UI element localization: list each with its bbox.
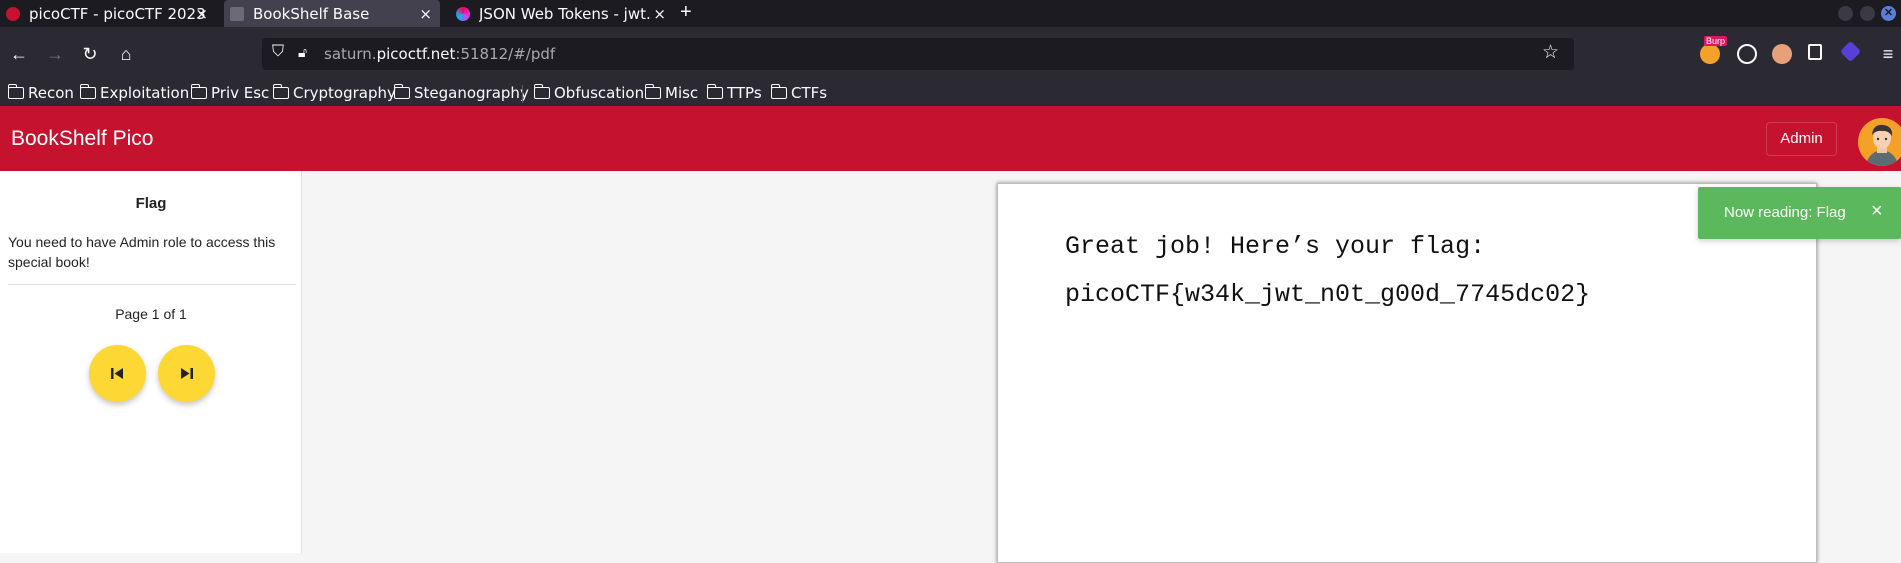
bookmark-recon[interactable]: Recon xyxy=(7,83,74,103)
profile-extension-icon[interactable] xyxy=(1772,44,1792,64)
bookmark-misc[interactable]: Misc xyxy=(644,83,699,103)
burp-extension-icon[interactable]: Burp xyxy=(1700,36,1728,64)
previous-page-button[interactable] xyxy=(89,345,146,402)
jwt-favicon-icon xyxy=(456,6,470,21)
book-sidebar: Flag You need to have Admin role to acce… xyxy=(0,171,302,553)
book-description: You need to have Admin role to access th… xyxy=(8,234,276,270)
tab-title: BookShelf Base xyxy=(253,4,370,23)
folder-icon xyxy=(644,84,661,99)
folder-icon xyxy=(190,84,207,99)
bookmark-ctfs[interactable]: CTFs xyxy=(770,83,828,103)
bookmark-cryptography[interactable]: Cryptography xyxy=(272,83,396,103)
folder-icon xyxy=(533,84,550,99)
bookshelf-favicon-icon xyxy=(230,6,244,21)
extension-badge: Burp xyxy=(1704,36,1728,46)
bookmark-ttps[interactable]: TTPs xyxy=(706,83,762,103)
bookmark-label: Misc xyxy=(665,84,699,102)
next-page-button[interactable] xyxy=(158,345,215,402)
tab-jwt[interactable]: JSON Web Tokens - jwt.io × xyxy=(456,0,666,27)
bookmark-label: Recon xyxy=(28,84,74,102)
home-icon[interactable]: ⌂ xyxy=(114,42,138,66)
bookmark-obfuscation[interactable]: Obfuscation xyxy=(533,83,645,103)
minimize-icon[interactable] xyxy=(1838,6,1853,21)
tab-close-icon[interactable]: × xyxy=(653,5,666,23)
folder-icon xyxy=(770,84,787,99)
folder-icon xyxy=(706,84,723,99)
url-bar[interactable]: ⛉ 🔓︎ saturn.picoctf.net:51812/#/pdf ☆ xyxy=(262,38,1574,70)
bookmark-steganography[interactable]: Steganography xyxy=(393,83,529,103)
bookmark-separator xyxy=(522,85,523,103)
close-icon[interactable]: × xyxy=(1871,200,1883,223)
tab-strip: picoCTF - picoCTF 2023 × BookShelf Base … xyxy=(0,0,1901,27)
menu-icon[interactable]: ≡ xyxy=(1876,42,1900,66)
flag-text: picoCTF{w34k_jwt_n0t_g00d_7745dc02} xyxy=(1065,280,1591,309)
pdf-viewer: Great job! Here’s your flag: picoCTF{w34… xyxy=(302,171,1901,563)
bookmark-label: Priv Esc xyxy=(211,84,270,102)
avatar[interactable] xyxy=(1858,118,1901,166)
lock-icon[interactable]: 🔓︎ xyxy=(298,44,307,61)
tab-picoctf[interactable]: picoCTF - picoCTF 2023 × xyxy=(6,0,216,27)
bookmark-label: TTPs xyxy=(727,84,762,102)
skip-next-icon xyxy=(181,368,193,379)
window-close-icon[interactable]: ✕ xyxy=(1881,6,1896,21)
skip-previous-icon xyxy=(111,368,123,379)
folder-icon xyxy=(79,84,96,99)
url-text[interactable]: saturn.picoctf.net:51812/#/pdf xyxy=(324,45,555,63)
reload-icon[interactable]: ↻ xyxy=(78,42,102,66)
maximize-icon[interactable] xyxy=(1860,6,1875,21)
new-tab-icon[interactable]: + xyxy=(680,1,692,24)
folder-icon xyxy=(393,84,410,99)
forward-icon[interactable]: → xyxy=(43,42,67,66)
notification-toast: Now reading: Flag × xyxy=(1698,187,1901,239)
folder-icon xyxy=(272,84,289,99)
bookmark-label: CTFs xyxy=(791,84,828,102)
tab-close-icon[interactable]: × xyxy=(195,5,208,23)
shield-icon[interactable]: ⛉ xyxy=(272,43,284,61)
page-indicator: Page 1 of 1 xyxy=(115,306,187,322)
tab-bookshelf[interactable]: BookShelf Base × xyxy=(224,0,440,27)
picoctf-favicon-icon xyxy=(6,6,20,21)
bookmark-label: Steganography xyxy=(414,84,529,102)
bookmark-label: Obfuscation xyxy=(554,84,645,102)
bookmarks-toolbar: Recon Exploitation Priv Esc Cryptography… xyxy=(0,82,1901,106)
tab-title: JSON Web Tokens - jwt.io xyxy=(479,4,651,23)
user-avatar-icon xyxy=(1858,118,1901,166)
bookmark-star-icon[interactable]: ☆ xyxy=(1542,41,1559,64)
tab-title: picoCTF - picoCTF 2023 xyxy=(29,4,206,23)
url-suffix: :51812/#/pdf xyxy=(455,45,556,63)
url-prefix: saturn. xyxy=(324,45,377,63)
bookmark-label: Exploitation xyxy=(100,84,190,102)
cookie-extension-icon[interactable] xyxy=(1737,44,1757,64)
book-title: Flag xyxy=(135,195,167,212)
bookmark-exploitation[interactable]: Exploitation xyxy=(79,83,190,103)
admin-button[interactable]: Admin xyxy=(1766,122,1837,156)
bookmark-label: Cryptography xyxy=(293,84,396,102)
divider xyxy=(8,284,296,285)
pdf-text-line: Great job! Here’s your flag: xyxy=(1065,232,1486,261)
folder-icon xyxy=(7,84,24,99)
toast-message: Now reading: Flag xyxy=(1724,204,1846,221)
wappalyzer-extension-icon[interactable] xyxy=(1839,40,1862,63)
app-title[interactable]: BookShelf Pico xyxy=(11,127,153,151)
bookmark-priv-esc[interactable]: Priv Esc xyxy=(190,83,270,103)
pdf-page: Great job! Here’s your flag: picoCTF{w34… xyxy=(997,183,1817,563)
app-header: BookShelf Pico Admin xyxy=(0,106,1901,171)
url-host: picoctf.net xyxy=(376,45,456,63)
trash-extension-icon[interactable] xyxy=(1808,44,1822,60)
navigation-bar: ← → ↻ ⌂ ⛉ 🔓︎ saturn.picoctf.net:51812/#/… xyxy=(0,27,1901,82)
back-icon[interactable]: ← xyxy=(7,42,31,66)
tab-close-icon[interactable]: × xyxy=(419,5,432,23)
